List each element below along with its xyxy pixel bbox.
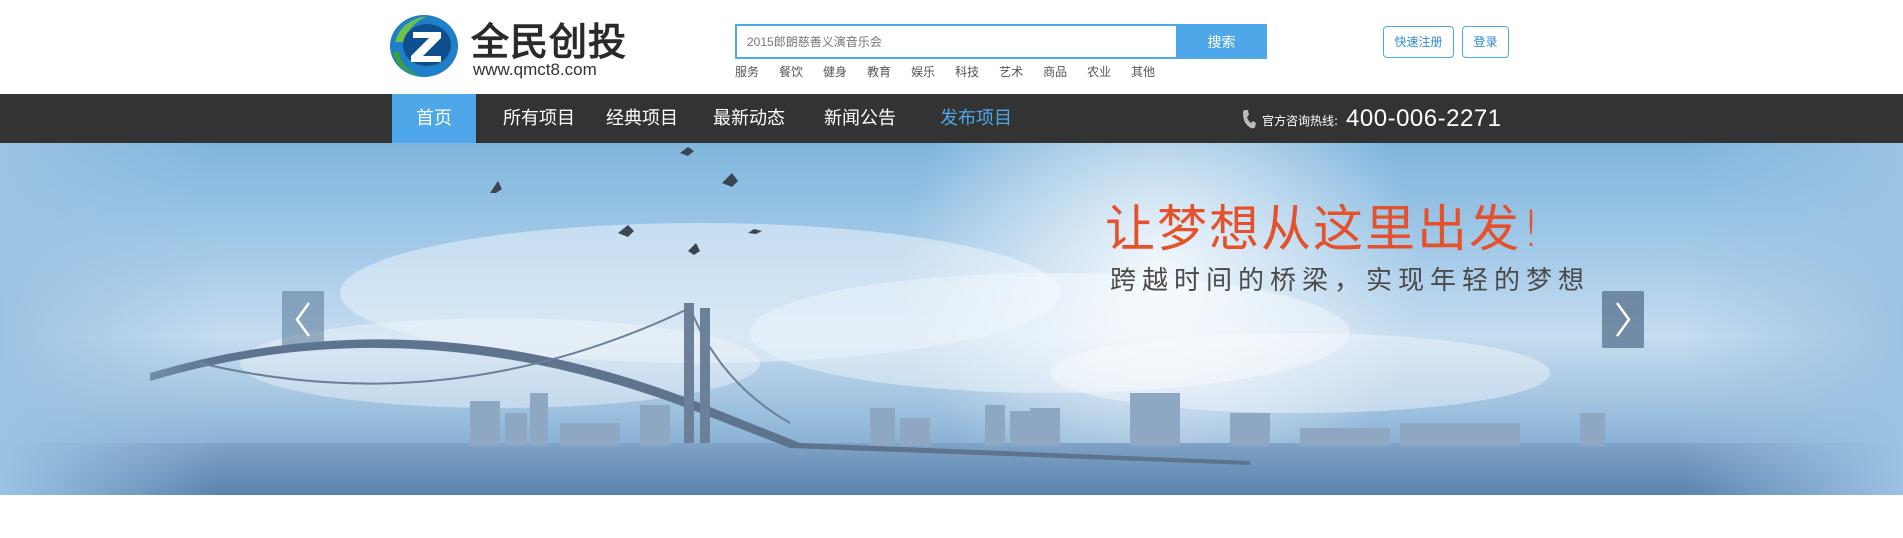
search-input[interactable] — [735, 24, 1177, 59]
banner-sub-slogan: 跨越时间的桥梁，实现年轻的梦想 — [1110, 266, 1591, 296]
register-button[interactable]: 快速注册 — [1383, 26, 1454, 58]
hot-tag[interactable]: 娱乐 — [911, 64, 935, 82]
logo-url: www.qmct8.com — [473, 60, 597, 79]
hot-tag[interactable]: 其他 — [1131, 64, 1155, 82]
chevron-left-icon — [295, 302, 311, 337]
nav-item-classic-projects[interactable]: 经典项目 — [597, 94, 687, 143]
nav-item-announcements[interactable]: 新闻公告 — [815, 94, 905, 143]
hot-tag[interactable]: 科技 — [955, 64, 979, 82]
hot-tag[interactable]: 商品 — [1043, 64, 1067, 82]
banner-slogan: 让梦想从这里出发! — [1105, 200, 1544, 258]
search-bar: 搜索 — [735, 24, 1267, 59]
hot-tag[interactable]: 教育 — [867, 64, 891, 82]
nav-item-all-projects[interactable]: 所有项目 — [494, 94, 584, 143]
main-nav: 首页 所有项目 经典项目 最新动态 新闻公告 发布项目 — [0, 94, 1903, 143]
banner-next-button[interactable] — [1602, 291, 1644, 348]
hot-tag[interactable]: 艺术 — [999, 64, 1023, 82]
hotline: 官方咨询热线: 400-006-2271 — [1242, 94, 1502, 143]
site-header: 全民创投 www.qmct8.com 搜索 服务 餐饮 健身 教育 娱乐 科技 … — [0, 0, 1903, 94]
hot-tag[interactable]: 餐饮 — [779, 64, 803, 82]
nav-item-latest-news[interactable]: 最新动态 — [704, 94, 794, 143]
chevron-right-icon — [1615, 302, 1631, 337]
hot-tag[interactable]: 健身 — [823, 64, 847, 82]
hotline-number: 400-006-2271 — [1346, 104, 1502, 132]
nav-item-home[interactable]: 首页 — [392, 94, 476, 143]
hot-tag[interactable]: 服务 — [735, 64, 759, 82]
hot-tag[interactable]: 农业 — [1087, 64, 1111, 82]
login-button[interactable]: 登录 — [1462, 26, 1509, 58]
search-button[interactable]: 搜索 — [1176, 24, 1267, 59]
hot-tags: 服务 餐饮 健身 教育 娱乐 科技 艺术 商品 农业 其他 — [735, 64, 1175, 82]
banner-prev-button[interactable] — [282, 291, 324, 348]
logo[interactable]: 全民创投 www.qmct8.com — [387, 12, 627, 82]
nav-item-publish-project[interactable]: 发布项目 — [931, 94, 1021, 143]
hotline-label: 官方咨询热线: — [1262, 114, 1339, 128]
phone-icon — [1243, 109, 1256, 128]
logo-mark-icon — [390, 15, 458, 77]
logo-name: 全民创投 — [471, 20, 628, 64]
hero-banner: 让梦想从这里出发! 跨越时间的桥梁，实现年轻的梦想 — [0, 143, 1903, 495]
